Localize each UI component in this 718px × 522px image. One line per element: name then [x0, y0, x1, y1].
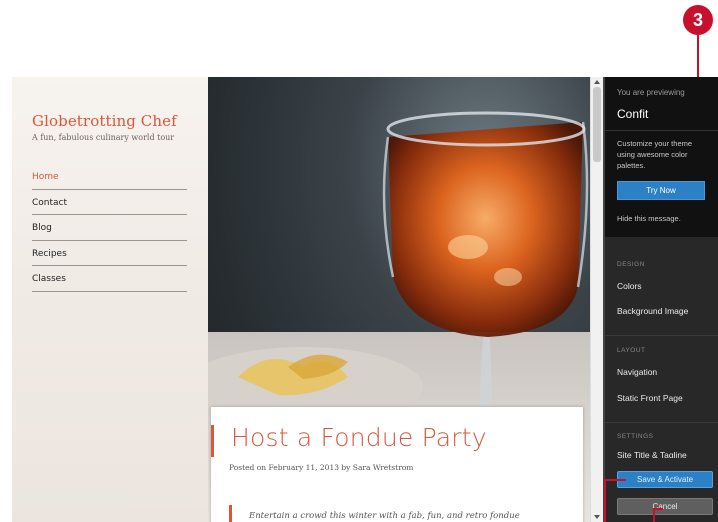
site-title[interactable]: Globetrotting Chef — [32, 112, 177, 130]
site-preview: Globetrotting Chef A fun, fabulous culin… — [12, 77, 603, 522]
theme-name: Confit — [617, 107, 649, 121]
scroll-down-arrow-icon[interactable] — [594, 515, 600, 519]
post-card: Host a Fondue Party Posted on February 1… — [211, 407, 583, 522]
callout-marker-save — [604, 479, 606, 522]
theme-preview-box: You are previewing Confit Customize your… — [605, 77, 718, 237]
promo-text: Customize your theme using awesome color… — [617, 139, 693, 170]
divider — [605, 130, 718, 131]
nav-item-contact[interactable]: Contact — [32, 190, 187, 215]
post-title-accent — [211, 425, 214, 457]
customize-panel: You are previewing Confit Customize your… — [603, 77, 718, 522]
post-meta: Posted on February 11, 2013 by Sara Wret… — [229, 463, 414, 472]
preview-scrollbar[interactable] — [590, 77, 603, 522]
section-heading-layout: LAYOUT — [617, 347, 646, 354]
site-tagline: A fun, fabulous culinary world tour — [32, 133, 175, 142]
panel-item-navigation[interactable]: Navigation — [617, 367, 657, 377]
try-now-button[interactable]: Try Now — [617, 181, 705, 200]
panel-item-colors[interactable]: Colors — [617, 281, 642, 291]
callout-marker-cancel — [653, 508, 655, 522]
section-heading-design: DESIGN — [617, 261, 645, 268]
section-heading-settings: SETTINGS — [617, 433, 654, 440]
post-title[interactable]: Host a Fondue Party — [231, 423, 487, 452]
callout-marker-cancel — [653, 508, 663, 510]
post-excerpt: Entertain a crowd this winter with a fab… — [249, 511, 520, 521]
panel-item-site-title-tagline[interactable]: Site Title & Tagline — [617, 450, 687, 458]
divider — [605, 335, 718, 336]
scroll-up-arrow-icon[interactable] — [594, 80, 600, 84]
post-quote-accent — [229, 505, 232, 522]
previewing-label: You are previewing — [617, 88, 685, 97]
save-activate-button[interactable]: Save & Activate — [617, 471, 713, 488]
site-nav: Home Contact Blog Recipes Classes — [32, 164, 187, 292]
scroll-thumb[interactable] — [593, 87, 601, 162]
hide-message-link[interactable]: Hide this message. — [617, 214, 681, 223]
step-callout-badge: 3 — [683, 5, 713, 35]
callout-marker-save — [604, 479, 626, 481]
customizer-window: Globetrotting Chef A fun, fabulous culin… — [12, 77, 718, 522]
panel-item-background-image[interactable]: Background Image — [617, 306, 688, 316]
site-sidebar: Globetrotting Chef A fun, fabulous culin… — [12, 77, 208, 522]
panel-item-static-front-page[interactable]: Static Front Page — [617, 393, 683, 403]
divider — [605, 422, 718, 423]
nav-item-blog[interactable]: Blog — [32, 215, 187, 241]
nav-item-home[interactable]: Home — [32, 164, 187, 190]
cancel-button[interactable]: Cancel — [617, 498, 713, 515]
nav-item-classes[interactable]: Classes — [32, 266, 187, 292]
nav-item-recipes[interactable]: Recipes — [32, 241, 187, 266]
